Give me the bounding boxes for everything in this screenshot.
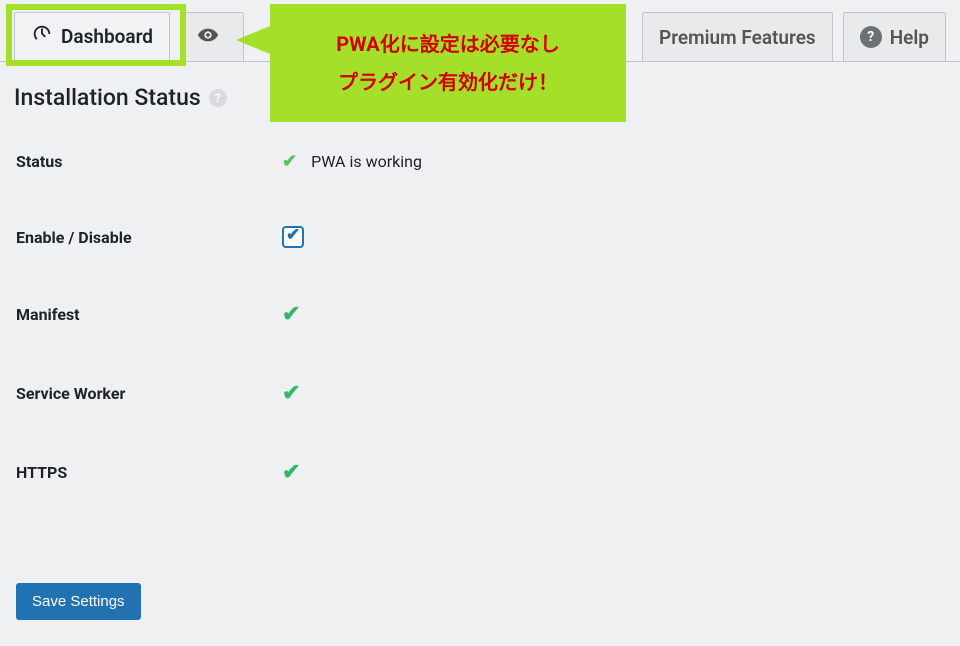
row-manifest: Manifest ✔	[16, 302, 946, 327]
info-icon[interactable]: ?	[209, 89, 227, 107]
https-label: HTTPS	[16, 463, 282, 482]
annotation-callout: PWA化に設定は必要なし プラグイン有効化だけ！	[270, 4, 626, 122]
row-service-worker: Service Worker ✔	[16, 381, 946, 406]
tab-help[interactable]: ? Help	[843, 12, 946, 61]
gauge-icon	[31, 23, 53, 50]
tab-premium-features[interactable]: Premium Features	[642, 12, 833, 61]
check-icon: ✔	[282, 381, 300, 406]
tab-dashboard-label: Dashboard	[61, 25, 153, 48]
check-icon: ✔	[282, 302, 300, 327]
row-https: HTTPS ✔	[16, 460, 946, 485]
check-icon: ✔	[282, 151, 297, 172]
status-label: Status	[16, 152, 282, 171]
callout-line-2: プラグイン有効化だけ！	[290, 63, 606, 101]
tab-help-label: Help	[890, 26, 929, 49]
enable-label: Enable / Disable	[16, 228, 282, 247]
row-enable: Enable / Disable	[16, 226, 946, 248]
settings-table: Status ✔ PWA is working Enable / Disable…	[0, 121, 960, 559]
enable-checkbox[interactable]	[282, 226, 304, 248]
row-status: Status ✔ PWA is working	[16, 151, 946, 172]
callout-line-1: PWA化に設定は必要なし	[290, 25, 606, 63]
page-title-text: Installation Status	[14, 84, 201, 111]
tab-dashboard[interactable]: Dashboard	[14, 12, 170, 61]
help-icon: ?	[860, 26, 882, 48]
manifest-label: Manifest	[16, 305, 282, 324]
tab-visibility[interactable]	[180, 12, 244, 61]
tab-premium-label: Premium Features	[659, 26, 816, 49]
check-icon: ✔	[282, 460, 300, 485]
status-value: ✔ PWA is working	[282, 151, 422, 172]
save-settings-button[interactable]: Save Settings	[16, 583, 141, 620]
status-text: PWA is working	[311, 152, 422, 171]
eye-icon	[197, 24, 219, 51]
service-worker-label: Service Worker	[16, 384, 282, 403]
